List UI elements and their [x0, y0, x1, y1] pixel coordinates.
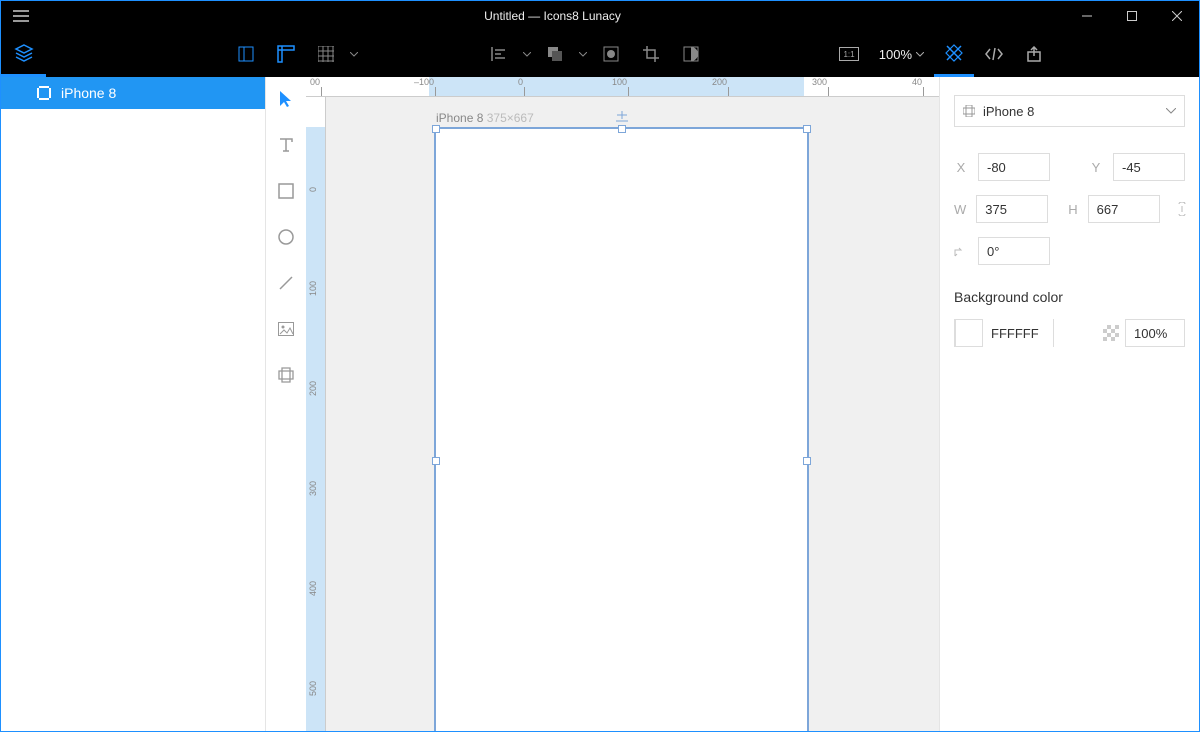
align-left-icon[interactable]: [479, 31, 519, 77]
actual-size-icon[interactable]: 1:1: [829, 31, 869, 77]
resize-handle[interactable]: [432, 457, 440, 465]
toolbar: 1:1 100%: [1, 31, 1199, 77]
layer-item[interactable]: iPhone 8: [1, 77, 265, 109]
align-dropdown-icon[interactable]: [519, 31, 535, 77]
export-tab-icon[interactable]: [1014, 31, 1054, 77]
h-label: H: [1068, 202, 1077, 217]
oval-tool[interactable]: [272, 223, 300, 251]
mask-icon[interactable]: [591, 31, 631, 77]
width-input[interactable]: [976, 195, 1048, 223]
artboard-icon: [963, 105, 975, 117]
canvas[interactable]: iPhone 8 375×667: [326, 97, 939, 731]
maximize-button[interactable]: [1109, 1, 1154, 31]
image-tool[interactable]: [272, 315, 300, 343]
close-button[interactable]: [1154, 1, 1199, 31]
opacity-input[interactable]: [1125, 319, 1185, 347]
text-tool[interactable]: [272, 131, 300, 159]
rotation-icon: [954, 245, 968, 257]
horizontal-ruler[interactable]: 00 –100 0 100 200 300 40: [306, 77, 939, 97]
resize-handle[interactable]: [432, 125, 440, 133]
titlebar: Untitled — Icons8 Lunacy: [1, 1, 1199, 31]
y-label: Y: [1089, 160, 1103, 175]
y-input[interactable]: [1113, 153, 1185, 181]
measure-indicator: [615, 111, 629, 125]
zoom-level[interactable]: 100%: [869, 47, 934, 62]
page-list-icon[interactable]: [226, 31, 266, 77]
color-hex-input[interactable]: [983, 319, 1053, 347]
layers-panel-tab[interactable]: [1, 31, 46, 77]
rotation-input[interactable]: [978, 237, 1050, 265]
resize-handle[interactable]: [803, 125, 811, 133]
minimize-button[interactable]: [1064, 1, 1109, 31]
svg-text:1:1: 1:1: [843, 50, 855, 59]
artboard-preset-selector[interactable]: iPhone 8: [954, 95, 1185, 127]
opacity-icon: [1103, 325, 1119, 341]
background-color-field[interactable]: [954, 319, 1054, 347]
color-swatch[interactable]: [955, 319, 983, 347]
x-input[interactable]: [978, 153, 1050, 181]
hamburger-menu-icon[interactable]: [1, 1, 41, 31]
artboard-label[interactable]: iPhone 8 375×667: [436, 111, 534, 125]
boolean-dropdown-icon[interactable]: [575, 31, 591, 77]
ruler-icon[interactable]: [266, 31, 306, 77]
window-title: Untitled — Icons8 Lunacy: [41, 9, 1064, 23]
resize-handle[interactable]: [618, 125, 626, 133]
artboard-icon: [37, 86, 51, 100]
layer-name: iPhone 8: [61, 85, 116, 101]
contrast-icon[interactable]: [671, 31, 711, 77]
canvas-area: 00 –100 0 100 200 300 40 0 100 200 300 4…: [306, 77, 939, 731]
crop-icon[interactable]: [631, 31, 671, 77]
layers-panel: iPhone 8: [1, 77, 266, 731]
resize-handle[interactable]: [803, 457, 811, 465]
code-tab-icon[interactable]: [974, 31, 1014, 77]
grid-dropdown-icon[interactable]: [346, 31, 362, 77]
rectangle-tool[interactable]: [272, 177, 300, 205]
tool-column: [266, 77, 306, 731]
select-tool[interactable]: [272, 85, 300, 113]
artboard-tool[interactable]: [272, 361, 300, 389]
design-tab-icon[interactable]: [934, 31, 974, 77]
vertical-ruler[interactable]: 0 100 200 300 400 500: [306, 97, 326, 731]
preset-name: iPhone 8: [983, 104, 1158, 119]
height-input[interactable]: [1088, 195, 1160, 223]
zoom-value: 100%: [879, 47, 912, 62]
chevron-down-icon: [1166, 108, 1176, 114]
boolean-icon[interactable]: [535, 31, 575, 77]
inspector-panel: iPhone 8 X Y W H: [939, 77, 1199, 731]
x-label: X: [954, 160, 968, 175]
line-tool[interactable]: [272, 269, 300, 297]
grid-icon[interactable]: [306, 31, 346, 77]
w-label: W: [954, 202, 966, 217]
artboard[interactable]: iPhone 8 375×667: [434, 127, 809, 731]
ratio-lock-icon[interactable]: [1176, 202, 1188, 216]
background-color-title: Background color: [954, 289, 1185, 305]
